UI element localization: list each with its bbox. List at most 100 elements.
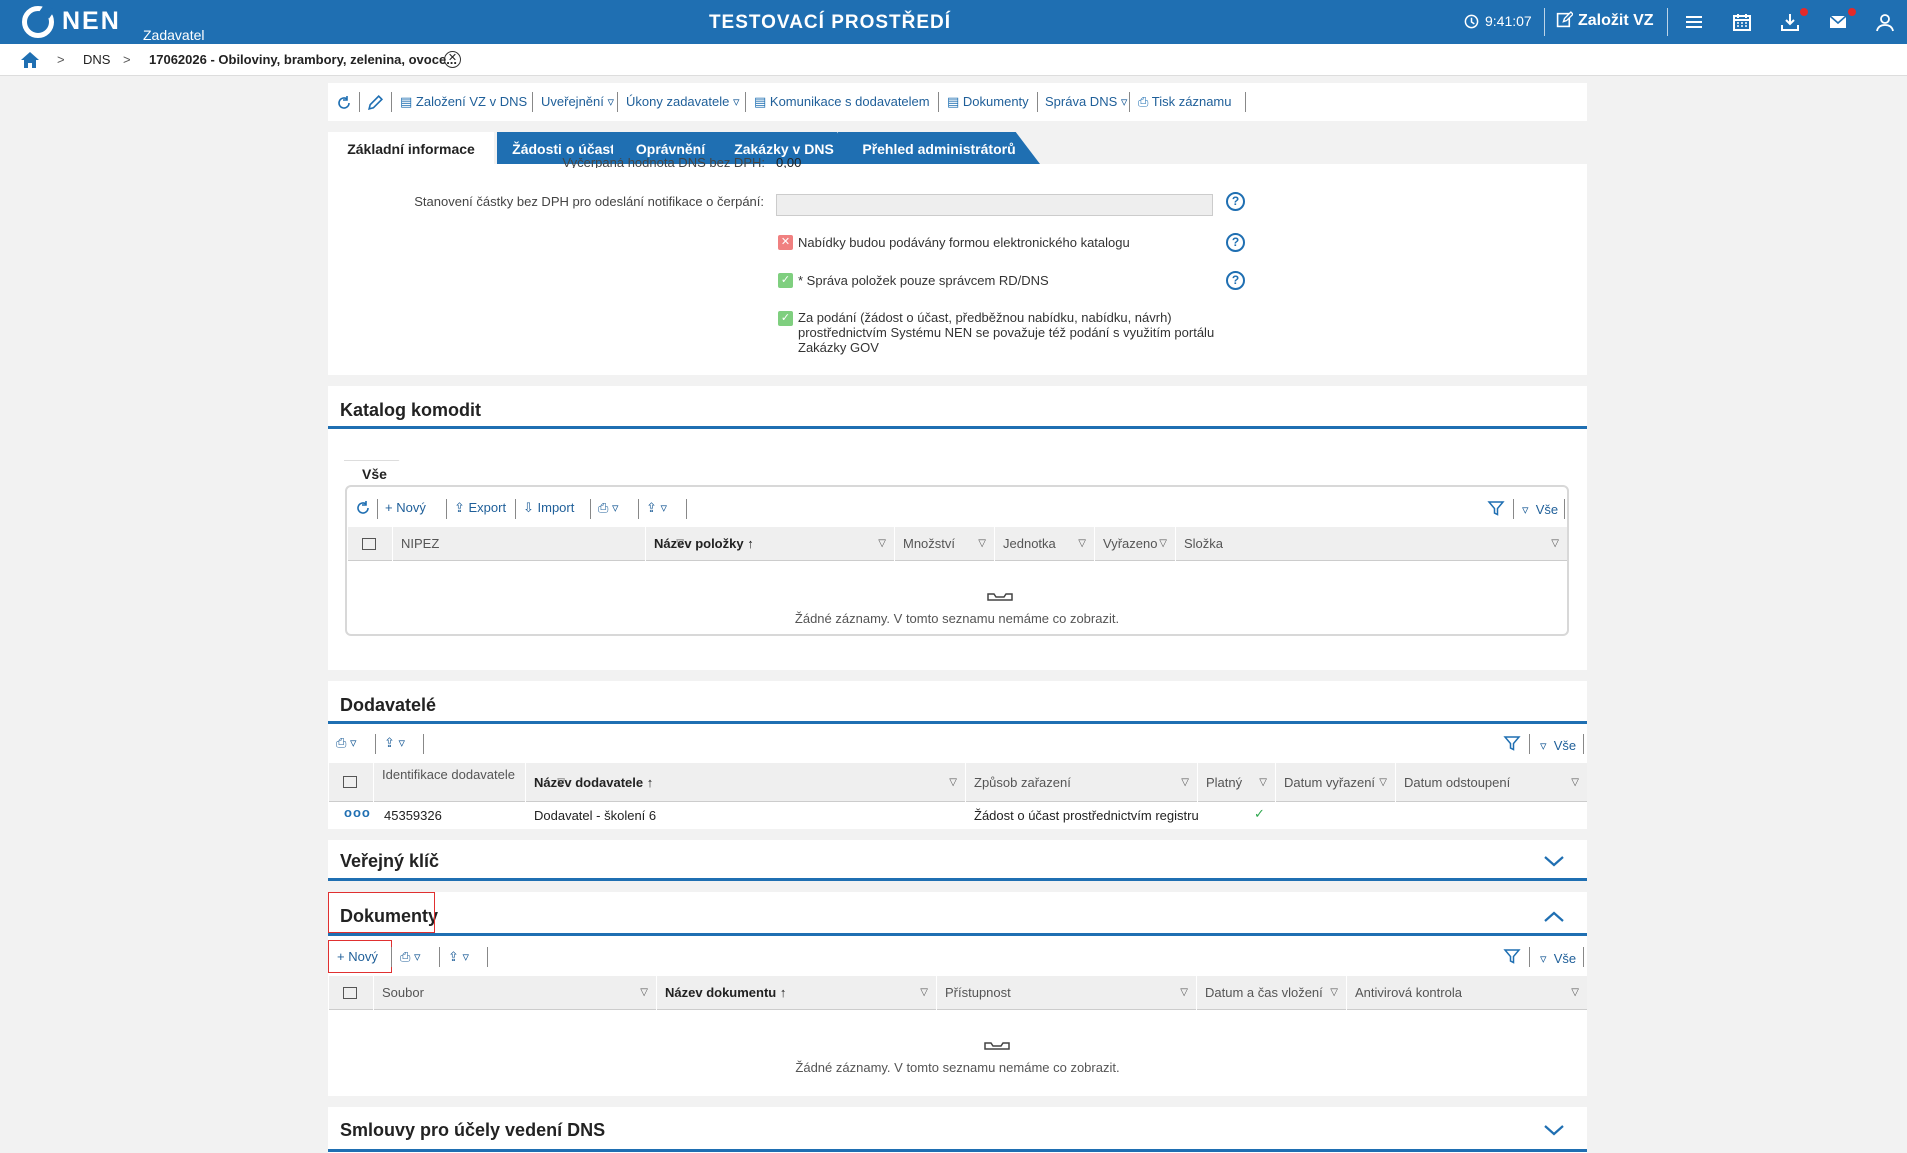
filter-scope-select[interactable]: ▿ Vše <box>1540 951 1576 967</box>
refresh-icon[interactable] <box>336 95 352 111</box>
toolbar-tisk-zaznamu[interactable]: ⎙ Tisk záznamu <box>1138 94 1232 110</box>
section-title: Veřejný klíč <box>340 851 440 871</box>
new-item-button[interactable]: + Nový <box>385 500 426 515</box>
pencil-icon[interactable] <box>367 94 384 111</box>
column-label: Název dodavatele <box>534 775 644 790</box>
create-vz-button[interactable]: Založit VZ <box>1556 11 1654 30</box>
checkbox-checked-icon[interactable]: ✓ <box>778 273 793 288</box>
checkbox-unchecked-icon[interactable]: ✕ <box>778 235 793 250</box>
filter-icon[interactable] <box>1503 734 1521 752</box>
share-menu-button[interactable]: ⇪ ▿ <box>384 735 405 751</box>
public-key-panel[interactable]: Veřejný klíč <box>328 840 1587 881</box>
column-header-jednotka[interactable]: Jednotka ▽ <box>994 527 1094 561</box>
filter-scope-select[interactable]: ▿ Vše <box>1540 738 1576 754</box>
column-header-zpusob-zarazeni[interactable]: Způsob zařazení ▽ <box>965 763 1197 802</box>
supplier-id: 45359326 <box>384 808 442 823</box>
column-header-pristupnost[interactable]: Přístupnost ▽ <box>936 976 1196 1010</box>
highlight-box <box>328 892 435 933</box>
column-header-datum-vyrazeni[interactable]: Datum vyřazení ▽ <box>1275 763 1395 802</box>
column-label: Způsob zařazení <box>974 775 1071 790</box>
dropdown-caret-icon: ▽ <box>878 538 886 549</box>
toolbar-zalozeni-vz[interactable]: ▤ Založení VZ v DNS <box>400 94 527 110</box>
environment-title: TESTOVACÍ PROSTŘEDÍ <box>708 12 952 33</box>
refresh-icon[interactable] <box>355 500 371 516</box>
help-icon[interactable]: ? <box>1226 192 1245 211</box>
print-icon: ⎙ <box>598 500 609 515</box>
filter-icon[interactable] <box>1503 947 1521 965</box>
tab-zakladni-informace[interactable]: Základní informace <box>328 132 494 166</box>
filter-icon[interactable] <box>1487 499 1505 517</box>
column-label: Soubor <box>382 985 424 1000</box>
chevron-down-icon[interactable] <box>1543 854 1565 868</box>
help-icon[interactable]: ? <box>1226 233 1245 252</box>
dropdown-caret-icon: ▽ <box>1330 987 1338 998</box>
divider <box>1037 92 1038 112</box>
column-settings-cell[interactable] <box>347 527 392 561</box>
subtab-vse[interactable]: Vše <box>344 460 422 486</box>
chevron-down-icon[interactable] <box>1543 1123 1565 1137</box>
download-icon: ⇩ <box>523 500 538 515</box>
breadcrumb-dns[interactable]: DNS <box>83 52 110 67</box>
divider <box>1583 734 1584 754</box>
share-menu-button[interactable]: ⇪ ▿ <box>448 949 469 965</box>
toolbar-dokumenty[interactable]: ▤ Dokumenty <box>947 94 1029 110</box>
column-settings-cell[interactable] <box>328 976 373 1010</box>
column-header-nazev-dokumentu[interactable]: Název dokumentu ↑ ▽ <box>656 976 936 1010</box>
column-label: Množství <box>903 536 956 551</box>
print-menu-button[interactable]: ⎙ ▿ <box>598 500 619 516</box>
column-header-slozka[interactable]: Složka ▽ <box>1175 527 1567 561</box>
chevron-up-icon[interactable] <box>1543 910 1565 924</box>
valid-check-icon: ✓ <box>1254 806 1265 821</box>
breadcrumb: > DNS > 17062026 - Obiloviny, brambory, … <box>0 44 1907 76</box>
column-header-datum-odstoupeni[interactable]: Datum odstoupení ▽ <box>1395 763 1587 802</box>
column-header-antivirova-kontrola[interactable]: Antivirová kontrola ▽ <box>1346 976 1587 1010</box>
button-label: Export <box>468 500 507 515</box>
column-header-datum-vlozeni[interactable]: Datum a čas vložení ▽ <box>1196 976 1346 1010</box>
gov-portal-option: Za podání (žádost o účast, předběžnou na… <box>798 310 1215 355</box>
share-menu-button[interactable]: ⇪ ▿ <box>646 500 667 516</box>
new-document-button[interactable]: + Nový <box>337 949 378 964</box>
user-icon[interactable] <box>1874 11 1896 33</box>
home-icon[interactable] <box>20 51 40 69</box>
column-header-nazev-dodavatele[interactable]: Název dodavatele ↑ ▽ <box>525 763 965 802</box>
import-button[interactable]: ⇩ Import <box>523 500 574 516</box>
filter-scope-select[interactable]: ▿ Vše <box>1522 502 1558 518</box>
table-row[interactable]: ooo 45359326 Dodavatel - školení 6 Žádos… <box>328 802 1587 828</box>
contracts-panel[interactable]: Smlouvy pro účely vedení DNS <box>328 1107 1587 1153</box>
menu-icon[interactable] <box>1683 11 1705 33</box>
notification-amount-label: Stanovení částky bez DPH pro odeslání no… <box>414 194 764 209</box>
column-header-platny[interactable]: Platný ▽ <box>1197 763 1275 802</box>
toolbar-sprava-dns[interactable]: Správa DNS ▿ <box>1045 94 1127 110</box>
toolbar-uverejneni[interactable]: Uveřejnění ▿ <box>541 94 614 110</box>
column-header-nazev-polozky[interactable]: Název položky ↑ ▽ <box>645 527 894 561</box>
tab-prehled-administratoru[interactable]: Přehled administrátorů <box>838 132 1040 164</box>
column-label: Vyřazeno <box>1103 536 1158 551</box>
divider <box>1529 947 1530 967</box>
print-icon: ⎙ <box>400 949 411 964</box>
suppliers-panel: Dodavatelé ⎙ ▿ ⇪ ▿ ▿ Vše Identifikace do… <box>328 681 1587 829</box>
column-header-soubor[interactable]: Soubor ▽ <box>373 976 656 1010</box>
dropdown-caret-icon: ▽ <box>1181 777 1189 788</box>
checkbox-checked-icon[interactable]: ✓ <box>778 311 793 326</box>
calendar-icon[interactable] <box>1731 11 1753 33</box>
dropdown-caret-icon: ▿ <box>1540 951 1547 966</box>
print-menu-button[interactable]: ⎙ ▿ <box>336 735 357 751</box>
create-vz-label: Založit VZ <box>1578 12 1654 29</box>
toolbar-ukony-zadavatele[interactable]: Úkony zadavatele ▿ <box>626 94 740 110</box>
divider <box>638 499 639 519</box>
column-header-vyrazeno[interactable]: Vyřazeno ▽ <box>1094 527 1175 561</box>
toolbar-item-label: Komunikace s dodavatelem <box>769 94 930 109</box>
print-menu-button[interactable]: ⎙ ▿ <box>400 949 421 965</box>
column-header-mnozstvi[interactable]: Množství ▽ <box>894 527 994 561</box>
notification-amount-field[interactable] <box>776 194 1213 216</box>
export-button[interactable]: ⇪ Export <box>454 500 506 516</box>
mail-icon[interactable] <box>1827 11 1849 33</box>
dropdown-caret-icon: ▽ <box>1571 987 1579 998</box>
column-settings-cell[interactable] <box>328 763 373 802</box>
row-actions-icon[interactable]: ooo <box>344 805 371 820</box>
toolbar-komunikace[interactable]: ▤ Komunikace s dodavatelem <box>754 94 930 110</box>
plus-icon: + <box>385 500 397 515</box>
download-icon[interactable] <box>1779 11 1801 33</box>
help-icon[interactable]: ? <box>1226 271 1245 290</box>
close-icon[interactable]: ✕ <box>444 51 461 68</box>
